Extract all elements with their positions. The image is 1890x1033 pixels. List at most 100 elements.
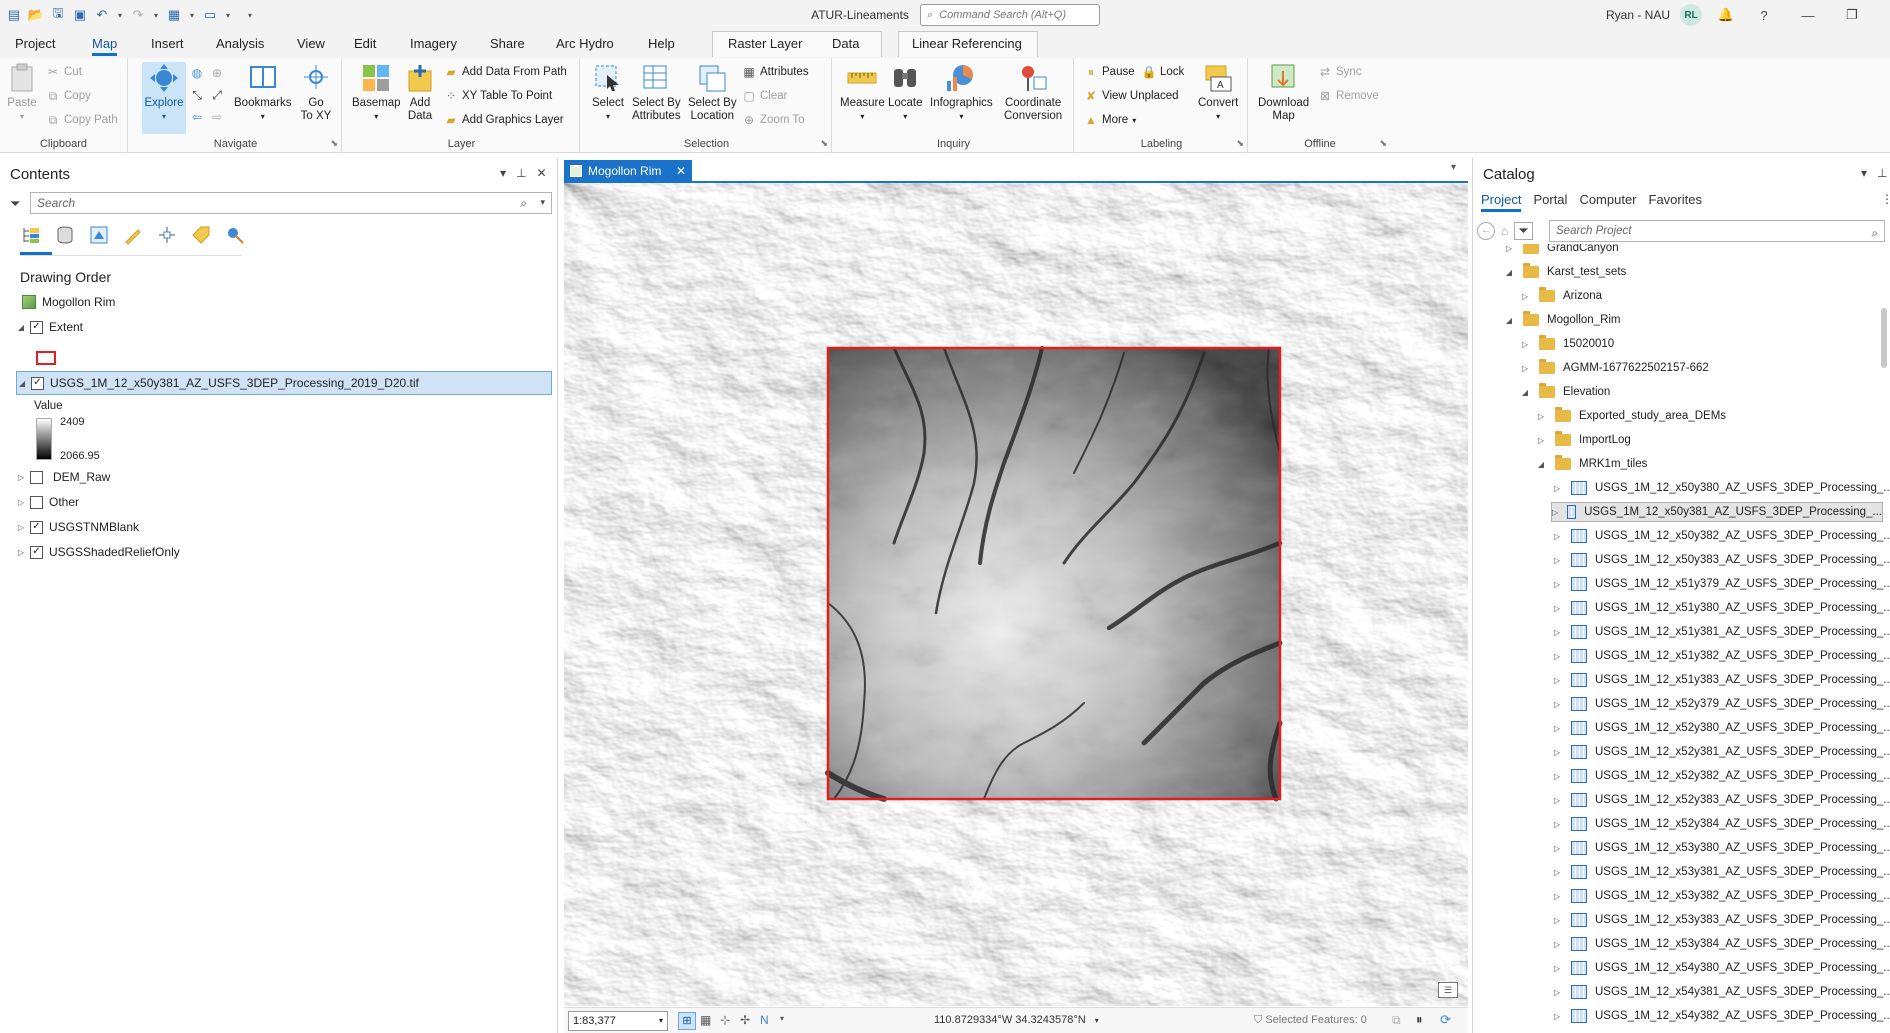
expand-icon[interactable]: ▷ bbox=[1503, 244, 1515, 253]
notifications-icon[interactable]: 🔔 bbox=[1716, 6, 1736, 24]
open-icon[interactable]: 📂 bbox=[28, 7, 44, 23]
expand-icon[interactable]: ▷ bbox=[1551, 580, 1563, 589]
catalog-raster-item[interactable]: ▷ USGS_1M_12_x52y379_AZ_USFS_3DEP_Process… bbox=[1551, 694, 1890, 714]
layer-visibility-checkbox[interactable]: ✓ bbox=[30, 320, 43, 334]
expand-icon[interactable]: ▷ bbox=[1551, 844, 1563, 853]
offline-launcher-icon[interactable]: ⬊ bbox=[1379, 138, 1387, 149]
tab-linear-referencing[interactable]: Linear Referencing bbox=[912, 36, 1022, 51]
restore-icon[interactable]: ❐ bbox=[1842, 6, 1862, 24]
catalog-folder-item[interactable]: ◢ Mogollon_Rim bbox=[1503, 310, 1621, 330]
catalog-folder-item[interactable]: ▷ ImportLog bbox=[1535, 430, 1631, 450]
catalog-raster-item[interactable]: ▷ USGS_1M_12_x50y380_AZ_USFS_3DEP_Process… bbox=[1551, 478, 1890, 498]
catalog-raster-item[interactable]: ▷ USGS_1M_12_x53y381_AZ_USFS_3DEP_Process… bbox=[1551, 862, 1890, 882]
undo-dropdown-icon[interactable]: ▾ bbox=[116, 7, 124, 23]
tab-data[interactable]: Data bbox=[832, 36, 859, 51]
tab-arc-hydro[interactable]: Arc Hydro bbox=[556, 36, 614, 51]
add-graphics-layer-button[interactable]: ▰ Add Graphics Layer bbox=[444, 111, 563, 129]
expand-icon[interactable]: ▷ bbox=[1551, 964, 1563, 973]
scale-selector[interactable]: 1:83,377 ▾ bbox=[568, 1011, 668, 1031]
list-by-data-source-icon[interactable] bbox=[54, 224, 76, 246]
convert-labels-button[interactable]: A Convert ▾ bbox=[1198, 62, 1238, 123]
back-icon[interactable]: ← bbox=[1477, 222, 1495, 240]
next-extent-button[interactable]: ⇨ bbox=[210, 108, 224, 126]
expand-icon[interactable]: ▷ bbox=[1551, 748, 1563, 757]
snapping-icon[interactable]: ⊹ bbox=[720, 1013, 730, 1027]
bookmarks-button[interactable]: Bookmarks ▾ bbox=[234, 62, 292, 123]
command-search[interactable]: ⌕ Command Search (Alt+Q) bbox=[920, 4, 1100, 26]
expand-icon[interactable]: ▷ bbox=[1519, 340, 1531, 349]
expand-icon[interactable]: ▷ bbox=[1551, 604, 1563, 613]
select-by-attributes-button[interactable]: Select By Attributes bbox=[632, 62, 681, 123]
collapse-icon[interactable]: ◢ bbox=[16, 323, 26, 332]
sync-button[interactable]: ⇄ Sync bbox=[1318, 63, 1362, 81]
catalog-folder-item[interactable]: ▷ Exported_study_area_DEMs bbox=[1535, 406, 1726, 426]
pause-drawing-icon[interactable]: ⏸ bbox=[1416, 1012, 1423, 1028]
close-tab-icon[interactable]: ✕ bbox=[676, 164, 686, 178]
navigate-launcher-icon[interactable]: ⬊ bbox=[330, 138, 338, 149]
catalog-raster-item[interactable]: ▷ USGS_1M_12_x54y380_AZ_USFS_3DEP_Process… bbox=[1551, 958, 1890, 978]
save-icon[interactable]: 🖫 bbox=[50, 5, 66, 23]
filter-icon[interactable]: ⏷ bbox=[10, 196, 20, 212]
list-by-editing-icon[interactable] bbox=[122, 224, 144, 246]
customize-qat-icon[interactable]: ▾ bbox=[246, 7, 254, 23]
new-map-icon[interactable]: ▦ bbox=[166, 7, 182, 23]
more-labeling-button[interactable]: ▲ More ▾ bbox=[1084, 111, 1136, 129]
go-to-xy-button[interactable]: Go To XY bbox=[300, 62, 332, 123]
catalog-tab-portal[interactable]: Portal bbox=[1533, 192, 1567, 207]
expand-icon[interactable]: ▷ bbox=[16, 498, 26, 507]
expand-icon[interactable]: ▷ bbox=[16, 523, 26, 532]
layer-row-dem-tile[interactable]: ◢ ✓ USGS_1M_12_x50y381_AZ_USFS_3DEP_Proc… bbox=[16, 371, 552, 395]
attributes-button[interactable]: ▦ Attributes bbox=[742, 63, 808, 81]
expand-icon[interactable]: ▷ bbox=[1551, 652, 1563, 661]
expand-icon[interactable]: ▷ bbox=[1551, 532, 1563, 541]
zoom-out-fixed-button[interactable]: ⤢ bbox=[210, 86, 224, 104]
basemap-button[interactable]: Basemap ▾ bbox=[352, 62, 401, 123]
refresh-icon[interactable]: ⟳ bbox=[1440, 1012, 1451, 1028]
collapse-icon[interactable]: ◢ bbox=[17, 379, 27, 388]
selection-launcher-icon[interactable]: ⬊ bbox=[820, 138, 828, 149]
catalog-tab-project[interactable]: Project bbox=[1481, 192, 1522, 212]
catalog-raster-item[interactable]: ▷ USGS_1M_12_x53y380_AZ_USFS_3DEP_Process… bbox=[1551, 838, 1890, 858]
collapse-icon[interactable]: ◢ bbox=[1503, 316, 1515, 325]
layer-visibility-checkbox[interactable] bbox=[30, 470, 43, 484]
layer-row-dem-raw[interactable]: ▷ DEM_Raw bbox=[16, 466, 110, 488]
expand-icon[interactable]: ▷ bbox=[16, 473, 26, 482]
grid-icon[interactable]: ▦ bbox=[700, 1013, 711, 1027]
tab-map-view[interactable]: Mogollon Rim ✕ bbox=[564, 160, 692, 181]
search-icon[interactable]: ⌕ bbox=[520, 196, 527, 211]
expand-icon[interactable]: ▷ bbox=[16, 548, 26, 557]
layer-row-extent[interactable]: ◢ ✓ Extent bbox=[16, 316, 83, 338]
measure-button[interactable]: Measure ▾ bbox=[840, 62, 885, 123]
list-by-selection-icon[interactable] bbox=[88, 224, 110, 246]
layer-row-other[interactable]: ▷ Other bbox=[16, 491, 79, 513]
catalog-scrollbar[interactable] bbox=[1881, 308, 1887, 368]
catalog-raster-item[interactable]: ▷ USGS_1M_12_x50y382_AZ_USFS_3DEP_Process… bbox=[1551, 526, 1890, 546]
north-icon[interactable]: N bbox=[760, 1013, 769, 1027]
layout-icon[interactable]: ▭ bbox=[202, 7, 218, 23]
coordinates-dropdown-icon[interactable]: ▾ bbox=[1095, 1016, 1099, 1025]
paste-button[interactable]: Paste ▾ bbox=[6, 62, 38, 123]
expand-icon[interactable]: ▷ bbox=[1551, 892, 1563, 901]
copy-button[interactable]: ⧉ Copy bbox=[46, 87, 91, 105]
tab-analysis[interactable]: Analysis bbox=[216, 36, 264, 51]
remove-button[interactable]: ⊠ Remove bbox=[1318, 87, 1379, 105]
coordinate-conversion-button[interactable]: Coordinate Conversion bbox=[1004, 62, 1062, 123]
pane-options-icon[interactable]: ▾ bbox=[500, 166, 506, 180]
layout-dropdown-icon[interactable]: ▾ bbox=[224, 7, 232, 23]
add-data-button[interactable]: Add Data bbox=[404, 62, 436, 123]
tab-help[interactable]: Help bbox=[648, 36, 675, 51]
app-icon[interactable]: ▤ bbox=[6, 7, 22, 23]
user-name[interactable]: Ryan - NAU bbox=[1606, 8, 1670, 22]
catalog-tab-favorites[interactable]: Favorites bbox=[1649, 192, 1702, 207]
minimize-icon[interactable]: — bbox=[1798, 6, 1818, 24]
catalog-raster-item[interactable]: ▷ USGS_1M_12_x53y382_AZ_USFS_3DEP_Process… bbox=[1551, 886, 1890, 906]
expand-icon[interactable]: ▷ bbox=[1535, 436, 1547, 445]
catalog-folder-item[interactable]: ▷ 15020010 bbox=[1519, 334, 1614, 354]
view-options-icon[interactable]: ▾ bbox=[1451, 162, 1456, 173]
search-icon[interactable]: ⌕ bbox=[1872, 224, 1878, 244]
undo-icon[interactable]: ↶ bbox=[94, 7, 110, 23]
expand-icon[interactable]: ▷ bbox=[1519, 364, 1531, 373]
expand-icon[interactable]: ▷ bbox=[1551, 676, 1563, 685]
catalog-raster-item[interactable]: ▷ USGS_1M_12_x52y384_AZ_USFS_3DEP_Process… bbox=[1551, 814, 1890, 834]
redo-icon[interactable]: ↷ bbox=[130, 7, 146, 23]
